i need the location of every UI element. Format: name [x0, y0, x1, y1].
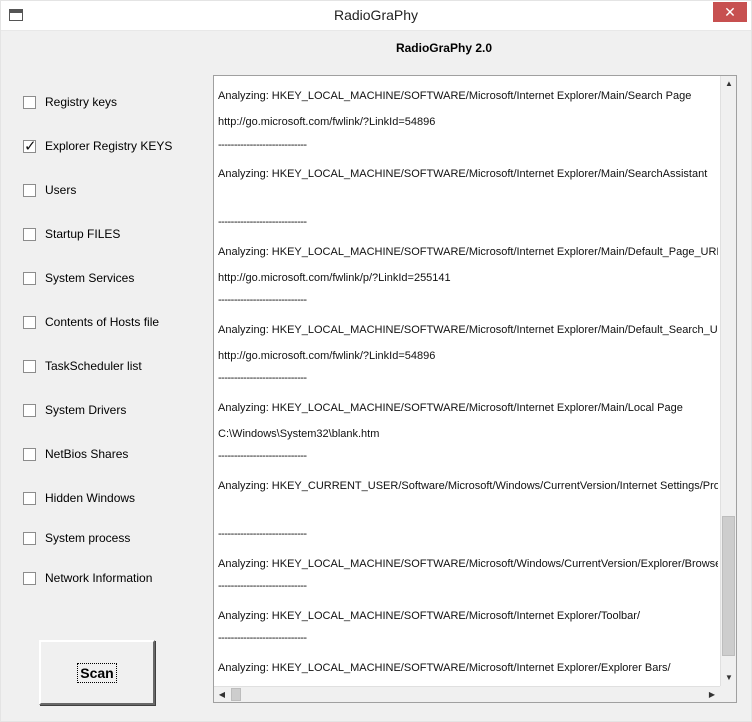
scroll-up-icon[interactable]: ▲ — [721, 76, 736, 92]
option-row[interactable]: Registry keys — [23, 94, 117, 110]
option-checkbox[interactable] — [23, 183, 36, 197]
output-textbox[interactable]: Analyzing: HKEY_LOCAL_MACHINE/SOFTWARE/M… — [213, 75, 737, 703]
option-checkbox[interactable] — [23, 571, 36, 585]
output-line: Analyzing: HKEY_LOCAL_MACHINE/SOFTWARE/M… — [218, 662, 671, 674]
option-checkbox[interactable] — [23, 403, 36, 417]
option-label: Contents of Hosts file — [45, 315, 160, 329]
scrollbar-corner — [720, 686, 736, 702]
option-label: System Services — [45, 271, 135, 285]
window-title: RadioGraPhy — [333, 7, 419, 23]
option-checkbox[interactable] — [23, 315, 36, 329]
option-row[interactable]: Hidden Windows — [23, 490, 135, 506]
output-line: Analyzing: HKEY_LOCAL_MACHINE/SOFTWARE/M… — [218, 324, 718, 336]
option-checkbox[interactable] — [23, 271, 36, 285]
output-line: Analyzing: HKEY_LOCAL_MACHINE/SOFTWARE/M… — [218, 558, 718, 570]
app-window: RadioGraPhy ✕ RadioGraPhy 2.0 Registry k… — [0, 0, 752, 722]
option-checkbox[interactable] — [23, 359, 36, 373]
horizontal-scrollbar[interactable]: ◀ ▶ — [214, 686, 720, 702]
close-button[interactable]: ✕ — [713, 2, 747, 22]
scroll-down-icon[interactable]: ▼ — [721, 670, 736, 686]
option-row[interactable]: Startup FILES — [23, 226, 120, 242]
scan-button-label: Scan — [77, 662, 117, 683]
option-label: TaskScheduler list — [45, 359, 142, 373]
output-line: http://go.microsoft.com/fwlink/?LinkId=5… — [218, 350, 436, 362]
option-label: NetBios Shares — [45, 447, 129, 461]
scroll-right-icon[interactable]: ▶ — [704, 687, 720, 702]
output-line: Analyzing: HKEY_LOCAL_MACHINE/SOFTWARE/M… — [218, 402, 683, 414]
vertical-scroll-thumb[interactable] — [722, 516, 735, 656]
title-bar[interactable]: RadioGraPhy ✕ — [1, 1, 751, 31]
option-checkbox[interactable] — [23, 531, 36, 545]
output-line: ---------------------------- — [218, 450, 307, 462]
option-checkbox[interactable] — [23, 447, 36, 461]
option-label: Network Information — [45, 571, 153, 585]
output-line: ---------------------------- — [218, 216, 307, 228]
option-label: System process — [45, 531, 131, 545]
output-line: Analyzing: HKEY_CURRENT_USER/Software/Mi… — [218, 480, 718, 492]
output-line: ---------------------------- — [218, 139, 307, 151]
output-line: ---------------------------- — [218, 580, 307, 592]
option-row[interactable]: System process — [23, 530, 130, 546]
output-line: http://go.microsoft.com/fwlink/?LinkId=5… — [218, 116, 436, 128]
option-row[interactable]: Explorer Registry KEYS — [23, 137, 173, 155]
option-row[interactable]: Contents of Hosts file — [23, 314, 159, 330]
output-line: http://go.microsoft.com/fwlink/p/?LinkId… — [218, 272, 451, 284]
option-checkbox[interactable] — [23, 95, 36, 109]
scan-button[interactable]: Scan — [39, 640, 155, 705]
output-line: ---------------------------- — [218, 372, 307, 384]
app-header-title: RadioGraPhy 2.0 — [395, 41, 493, 55]
option-checkbox[interactable] — [23, 491, 36, 505]
vertical-scrollbar[interactable]: ▲ ▼ — [720, 76, 736, 686]
output-line: Analyzing: HKEY_LOCAL_MACHINE/SOFTWARE/M… — [218, 90, 692, 102]
option-row[interactable]: System Services — [23, 270, 134, 286]
option-label: System Drivers — [45, 403, 127, 417]
output-line: C:\Windows\System32\blank.htm — [218, 428, 380, 440]
output-line: ---------------------------- — [218, 528, 307, 540]
option-row[interactable]: Users — [23, 182, 76, 198]
output-line: Analyzing: HKEY_LOCAL_MACHINE/SOFTWARE/M… — [218, 168, 708, 180]
option-checkbox[interactable] — [23, 137, 37, 155]
option-label: Explorer Registry KEYS — [45, 139, 173, 153]
option-label: Users — [45, 183, 77, 197]
output-line: ---------------------------- — [218, 294, 307, 306]
option-label: Registry keys — [45, 95, 118, 109]
output-line: Analyzing: HKEY_LOCAL_MACHINE/SOFTWARE/M… — [218, 610, 641, 622]
option-row[interactable]: System Drivers — [23, 402, 126, 418]
output-line: Analyzing: HKEY_LOCAL_MACHINE/SOFTWARE/M… — [218, 246, 718, 258]
option-row[interactable]: TaskScheduler list — [23, 358, 142, 374]
horizontal-scroll-thumb[interactable] — [231, 688, 241, 701]
option-row[interactable]: NetBios Shares — [23, 446, 128, 462]
scroll-left-icon[interactable]: ◀ — [214, 687, 230, 702]
option-label: Startup FILES — [45, 227, 121, 241]
output-line: ---------------------------- — [218, 632, 307, 644]
option-label: Hidden Windows — [45, 491, 136, 505]
option-checkbox[interactable] — [23, 227, 36, 241]
option-row[interactable]: Network Information — [23, 570, 152, 586]
